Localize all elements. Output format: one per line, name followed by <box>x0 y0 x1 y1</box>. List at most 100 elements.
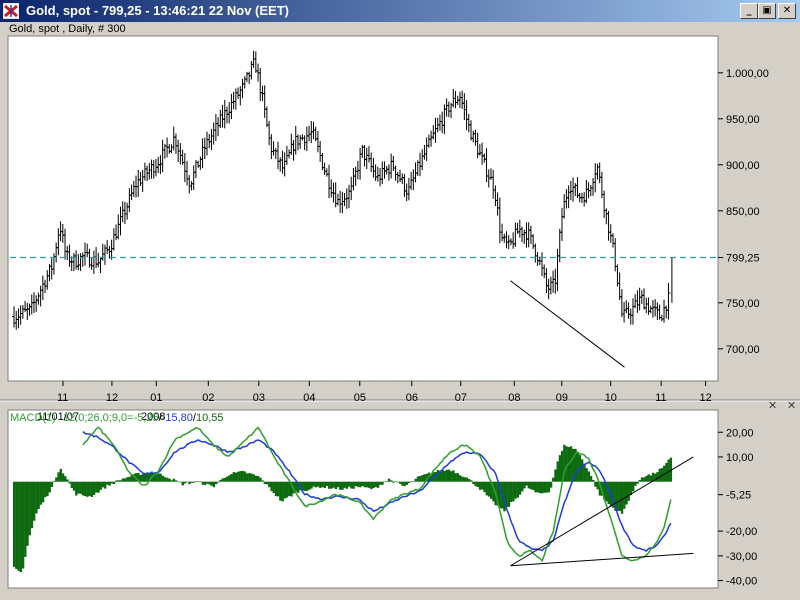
histogram-bar <box>72 481 76 491</box>
histogram-bar <box>228 475 231 482</box>
macd-y-tick-label: 20,00 <box>726 427 754 439</box>
histogram-bar <box>361 481 364 487</box>
histogram-bar <box>188 481 191 485</box>
macd-pane-minimize-icon[interactable]: ✕ <box>787 400 796 412</box>
histogram-bar <box>314 481 318 488</box>
histogram-bar <box>399 481 402 484</box>
histogram-bar <box>99 481 102 490</box>
x-tick-label: 09 <box>556 392 568 404</box>
histogram-bar <box>32 481 36 521</box>
histogram-bar <box>418 475 422 482</box>
histogram-bar <box>483 481 486 493</box>
histogram-bar <box>174 480 178 482</box>
histogram-bar <box>115 480 118 482</box>
histogram-bar <box>203 481 207 486</box>
histogram-bar <box>638 479 642 482</box>
histogram-bar <box>285 481 289 498</box>
histogram-bar <box>616 481 619 511</box>
minimize-button[interactable]: _ <box>740 3 758 19</box>
histogram-bar <box>265 481 269 485</box>
histogram-bar <box>177 481 180 483</box>
histogram-bar <box>194 481 198 482</box>
histogram-bar <box>649 475 653 482</box>
histogram-bar <box>392 481 395 483</box>
histogram-bar <box>268 481 271 488</box>
histogram-bar <box>123 478 127 482</box>
histogram-bar <box>507 481 511 507</box>
histogram-bar <box>310 481 313 489</box>
histogram-bar <box>57 472 60 482</box>
histogram-bar <box>232 472 236 482</box>
histogram-bar <box>26 481 29 546</box>
histogram-bar <box>283 481 287 499</box>
histogram-bar <box>106 481 109 485</box>
macd-y-tick-label: -20,00 <box>726 526 757 538</box>
histogram-bar <box>13 481 16 567</box>
histogram-bar <box>55 477 58 482</box>
macd-pane-close-icon[interactable]: ✕ <box>768 400 777 412</box>
histogram-bar <box>618 481 622 511</box>
macd-y-tick-label: -30,00 <box>726 551 757 563</box>
histogram-bar <box>474 481 477 487</box>
histogram-bar <box>48 481 51 493</box>
macd-y-tick-label: 10,00 <box>726 452 754 464</box>
histogram-bar <box>190 481 193 483</box>
histogram-bar <box>197 481 200 482</box>
histogram-bar <box>565 446 568 482</box>
histogram-bar <box>270 481 273 492</box>
histogram-bar <box>443 470 446 482</box>
price-y-tick-label: 950,00 <box>726 114 760 126</box>
histogram-bar <box>126 477 129 482</box>
histogram-bar <box>356 481 360 487</box>
histogram-bar <box>37 481 40 510</box>
maximize-button[interactable]: ▣ <box>758 3 776 19</box>
histogram-bar <box>345 481 349 489</box>
histogram-bar <box>643 477 646 482</box>
close-button[interactable]: ✕ <box>778 3 796 19</box>
histogram-bar <box>521 481 524 492</box>
histogram-bar <box>485 481 488 496</box>
histogram-bar <box>254 475 258 482</box>
histogram-bar <box>332 481 335 488</box>
histogram-bar <box>352 481 355 489</box>
histogram-bar <box>627 481 630 501</box>
histogram-bar <box>212 481 216 488</box>
macd-title: MACD(1) 12,0;26,0;9,0=-5,25/-15,80/10,55 <box>10 412 224 424</box>
histogram-bar <box>541 481 544 494</box>
histogram-bar <box>445 469 449 482</box>
histogram-bar <box>234 472 238 482</box>
histogram-bar <box>15 481 18 569</box>
histogram-bar <box>81 481 85 496</box>
title-bar: Gold, spot - 799,25 - 13:46:21 22 Nov (E… <box>0 0 800 22</box>
histogram-bar <box>509 481 513 503</box>
histogram-bar <box>68 481 71 484</box>
x-tick-label: 08 <box>508 392 520 404</box>
histogram-bar <box>139 474 142 482</box>
histogram-bar <box>569 446 573 482</box>
histogram-bar <box>476 481 480 488</box>
histogram-bar <box>478 481 482 490</box>
histogram-bar <box>248 473 251 482</box>
histogram-bar <box>39 481 43 505</box>
histogram-bar <box>379 481 382 485</box>
histogram-bar <box>416 476 420 482</box>
histogram-bar <box>467 478 471 482</box>
histogram-bar <box>257 476 260 482</box>
histogram-bar <box>92 481 96 495</box>
histogram-bar <box>64 476 67 482</box>
x-tick-label: 12 <box>700 392 712 404</box>
histogram-bar <box>28 481 31 536</box>
histogram-bar <box>587 471 590 482</box>
histogram-bar <box>281 481 284 502</box>
histogram-bar <box>279 481 282 501</box>
histogram-bar <box>17 481 20 571</box>
histogram-bar <box>274 481 278 497</box>
histogram-bar <box>79 481 82 494</box>
histogram-bar <box>543 481 546 493</box>
histogram-bar <box>243 471 247 482</box>
histogram-bar <box>534 481 537 493</box>
histogram-bar <box>394 481 397 482</box>
histogram-bar <box>312 481 315 487</box>
macd-title-hist-value: 10,55 <box>196 412 224 424</box>
price-y-tick-label: 850,00 <box>726 206 760 218</box>
